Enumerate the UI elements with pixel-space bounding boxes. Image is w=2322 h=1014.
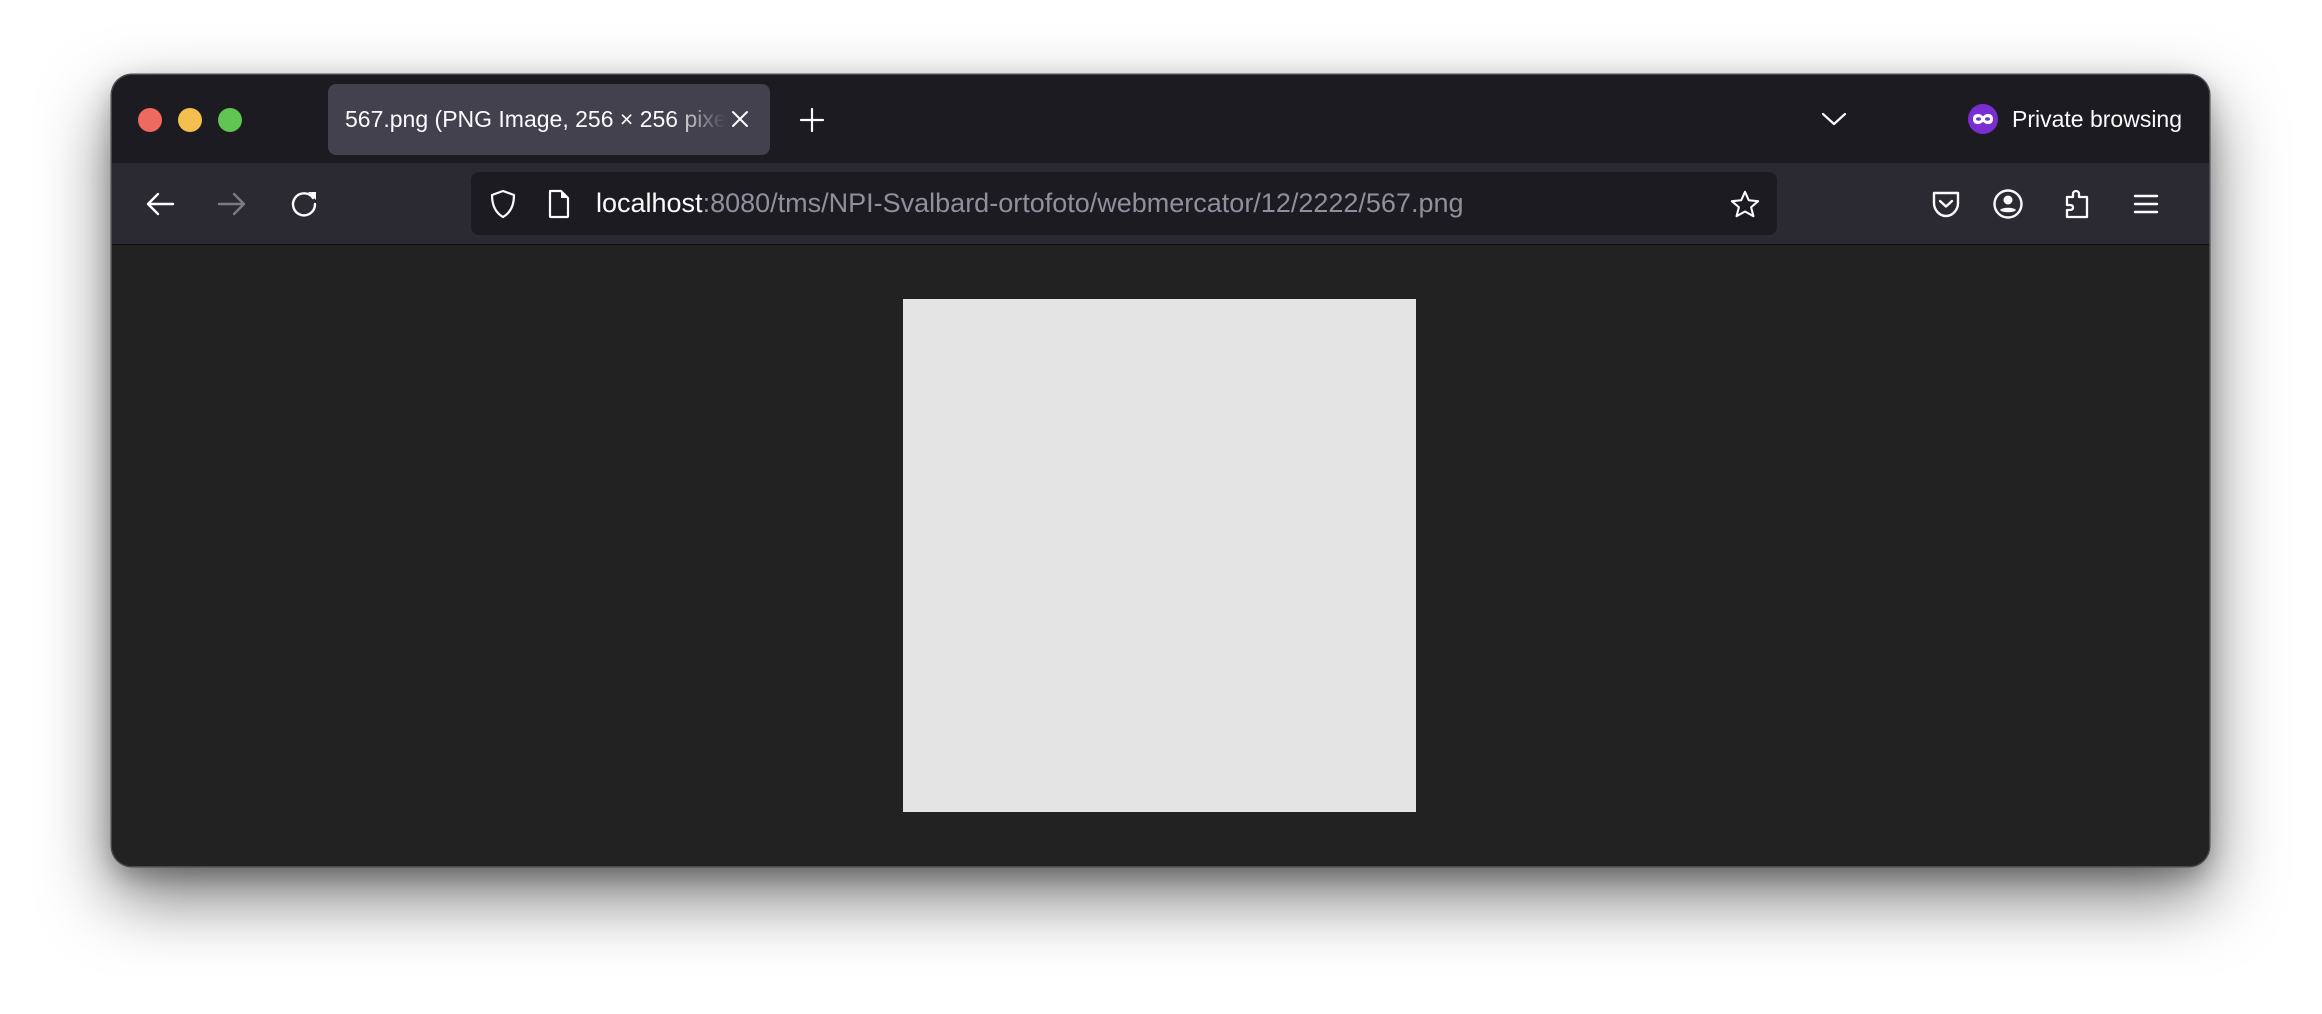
forward-button[interactable] (214, 186, 250, 222)
tab-close-button[interactable] (726, 105, 754, 133)
bookmark-button[interactable] (1730, 189, 1760, 219)
page-icon (548, 189, 570, 219)
plus-icon (799, 107, 825, 133)
private-browsing-indicator: Private browsing (1968, 104, 2182, 134)
browser-window: 567.png (PNG Image, 256 × 256 pixels) Pr… (112, 75, 2209, 866)
puzzle-icon (2065, 189, 2089, 219)
close-icon (732, 111, 748, 127)
window-close-button[interactable] (138, 108, 162, 132)
tab-title: 567.png (PNG Image, 256 × 256 pixels) (345, 106, 725, 132)
window-zoom-button[interactable] (218, 108, 242, 132)
back-button[interactable] (142, 186, 178, 222)
hamburger-menu-icon (2133, 194, 2159, 214)
pocket-icon (1932, 191, 1960, 218)
reload-button[interactable] (286, 186, 322, 222)
url-bar[interactable]: localhost:8080/tms/NPI-Svalbard-ortofoto… (471, 172, 1777, 235)
chevron-down-icon (1821, 112, 1847, 126)
tab-active[interactable]: 567.png (PNG Image, 256 × 256 pixels) (328, 84, 770, 155)
url-text[interactable]: localhost:8080/tms/NPI-Svalbard-ortofoto… (596, 172, 1464, 235)
url-path: :8080/tms/NPI-Svalbard-ortofoto/webmerca… (702, 188, 1464, 218)
page-content (112, 245, 2209, 866)
site-info-button[interactable] (544, 189, 574, 219)
window-minimize-button[interactable] (178, 108, 202, 132)
shield-icon (490, 189, 516, 219)
title-bar: 567.png (PNG Image, 256 × 256 pixels) Pr… (112, 75, 2209, 163)
tracking-protection-button[interactable] (488, 189, 518, 219)
pocket-button[interactable] (1928, 186, 1964, 222)
private-browsing-label: Private browsing (2012, 105, 2183, 132)
reload-icon (291, 192, 317, 217)
url-host: localhost (596, 188, 703, 218)
navigation-toolbar: localhost:8080/tms/NPI-Svalbard-ortofoto… (112, 163, 2209, 245)
account-button[interactable] (1990, 186, 2026, 222)
extensions-button[interactable] (2059, 186, 2095, 222)
account-icon (1993, 189, 2023, 219)
displayed-image[interactable] (903, 299, 1416, 812)
new-tab-button[interactable] (796, 104, 828, 136)
arrow-right-icon (217, 192, 246, 216)
list-all-tabs-button[interactable] (1819, 104, 1849, 134)
star-icon (1730, 190, 1760, 218)
private-mask-icon (1968, 104, 1998, 134)
app-menu-button[interactable] (2128, 186, 2164, 222)
arrow-left-icon (146, 192, 175, 216)
